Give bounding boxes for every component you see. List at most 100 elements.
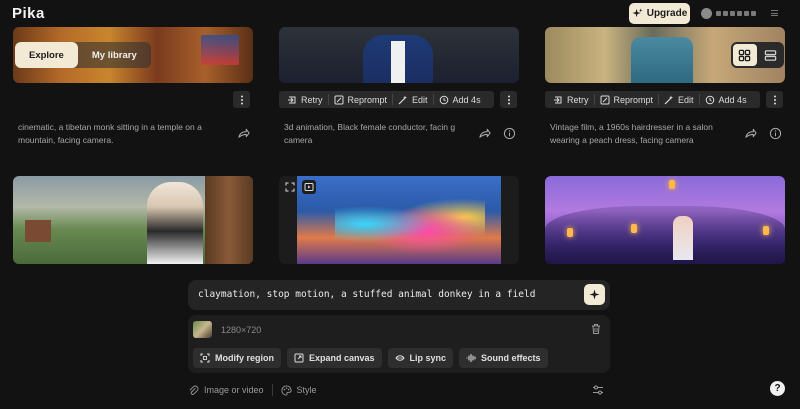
expand-canvas-icon	[294, 353, 304, 363]
tool-row: Modify region Expand canvas Lip sync Sou…	[193, 348, 548, 368]
expand-icon	[285, 182, 295, 192]
list-view-button[interactable]	[759, 44, 783, 66]
prompt-input[interactable]: claymation, stop motion, a stuffed anima…	[188, 280, 610, 310]
more-vertical-icon	[507, 95, 510, 104]
video-thumbnail[interactable]	[545, 176, 785, 264]
add-time-icon	[705, 95, 714, 104]
tab-my-library[interactable]: My library	[78, 42, 151, 68]
more-vertical-icon	[240, 95, 243, 104]
sound-effects-label: Sound effects	[481, 353, 541, 363]
pika-logo[interactable]: Pika	[12, 5, 45, 22]
info-button[interactable]	[502, 126, 516, 140]
lip-sync-button[interactable]: Lip sync	[387, 348, 454, 368]
upgrade-button[interactable]: Upgrade	[629, 3, 690, 24]
add-time-icon	[439, 95, 448, 104]
sound-effects-button[interactable]: Sound effects	[459, 348, 548, 368]
info-button[interactable]	[768, 126, 782, 140]
composer-footer: Image or video Style	[188, 384, 317, 396]
add-time-label: Add 4s	[452, 94, 481, 105]
expand-canvas-label: Expand canvas	[309, 353, 375, 363]
video-caption: cinematic, a tibetan monk sitting in a t…	[18, 122, 202, 145]
mode-toggle: Explore My library	[15, 42, 151, 68]
play-icon	[304, 183, 314, 191]
style-label: Style	[296, 385, 317, 395]
share-icon	[237, 128, 250, 138]
sparkle-icon	[632, 8, 643, 18]
palette-icon	[281, 384, 292, 396]
reference-image-thumbnail[interactable]	[193, 321, 212, 338]
share-icon	[744, 128, 757, 138]
edit-label: Edit	[678, 94, 694, 105]
grid-view-button[interactable]	[733, 44, 757, 66]
play-button[interactable]	[302, 180, 316, 194]
reprompt-button[interactable]: Reprompt	[595, 91, 659, 108]
video-caption: Vintage film, a 1960s hairdresser in a s…	[550, 122, 713, 145]
share-button[interactable]	[477, 126, 491, 140]
add-time-label: Add 4s	[718, 94, 747, 105]
avatar	[701, 8, 712, 19]
retry-button[interactable]: Retry	[282, 91, 328, 108]
video-caption: 3d animation, Black female conductor, fa…	[284, 122, 456, 145]
share-button[interactable]	[236, 126, 250, 140]
magic-wand-icon	[398, 95, 408, 104]
edit-button[interactable]: Edit	[659, 91, 699, 108]
edit-label: Edit	[412, 94, 428, 105]
redacted-username	[716, 11, 756, 16]
expand-canvas-button[interactable]: Expand canvas	[287, 348, 382, 368]
upgrade-label: Upgrade	[646, 8, 688, 19]
modify-region-label: Modify region	[215, 353, 274, 363]
add-time-button[interactable]: Add 4s	[434, 91, 486, 108]
edit-button[interactable]: Edit	[393, 91, 433, 108]
generation-options: 1280×720 Modify region Expand canvas Lip…	[188, 315, 610, 373]
reprompt-label: Reprompt	[347, 94, 388, 105]
help-button[interactable]: ?	[770, 381, 785, 396]
sparkle-icon	[589, 289, 600, 300]
share-button[interactable]	[743, 126, 757, 140]
magic-wand-icon	[664, 95, 674, 104]
add-time-button[interactable]: Add 4s	[700, 91, 752, 108]
thumbnail-detail	[567, 228, 573, 237]
reprompt-button[interactable]: Reprompt	[329, 91, 393, 108]
reprompt-label: Reprompt	[613, 94, 654, 105]
video-thumbnail[interactable]	[13, 176, 253, 264]
more-options-button[interactable]	[500, 91, 517, 108]
style-button[interactable]: Style	[281, 384, 317, 396]
tab-explore[interactable]: Explore	[15, 42, 78, 68]
modify-region-button[interactable]: Modify region	[193, 348, 281, 368]
retry-icon	[554, 96, 562, 103]
prompt-text[interactable]: claymation, stop motion, a stuffed anima…	[198, 289, 535, 300]
account-menu[interactable]	[701, 8, 756, 19]
view-toggle	[731, 42, 784, 68]
reprompt-icon	[600, 95, 610, 104]
thumbnail-detail	[631, 224, 637, 233]
thumbnail-detail	[669, 180, 675, 189]
info-icon	[769, 127, 781, 139]
retry-label: Retry	[301, 94, 323, 105]
thumbnail-detail	[763, 226, 769, 235]
grid-view-icon	[738, 49, 751, 61]
resolution-label: 1280×720	[221, 325, 262, 335]
image-or-video-button[interactable]: Image or video	[188, 385, 264, 396]
trash-icon[interactable]	[590, 323, 602, 335]
card-action-bar: Retry Reprompt Edit Add 4s	[279, 91, 494, 108]
thumbnail-detail	[205, 176, 253, 264]
paperclip-icon	[189, 385, 199, 395]
thumbnail-detail	[335, 192, 485, 256]
more-options-button[interactable]	[233, 91, 250, 108]
fullscreen-button[interactable]	[283, 180, 297, 194]
video-thumbnail[interactable]	[279, 27, 519, 83]
generate-button[interactable]	[584, 284, 605, 305]
retry-icon	[288, 96, 296, 103]
divider	[271, 384, 273, 396]
reprompt-icon	[334, 95, 344, 104]
more-options-button[interactable]	[766, 91, 783, 108]
card-action-bar: Retry Reprompt Edit Add 4s	[545, 91, 760, 108]
image-or-video-label: Image or video	[204, 385, 264, 395]
menu-icon[interactable]	[771, 10, 778, 16]
list-view-icon	[764, 49, 777, 61]
sound-effects-icon	[466, 353, 476, 363]
retry-button[interactable]: Retry	[548, 91, 594, 108]
sliders-icon[interactable]	[592, 384, 604, 396]
share-icon	[478, 128, 491, 138]
lip-sync-label: Lip sync	[409, 353, 447, 363]
